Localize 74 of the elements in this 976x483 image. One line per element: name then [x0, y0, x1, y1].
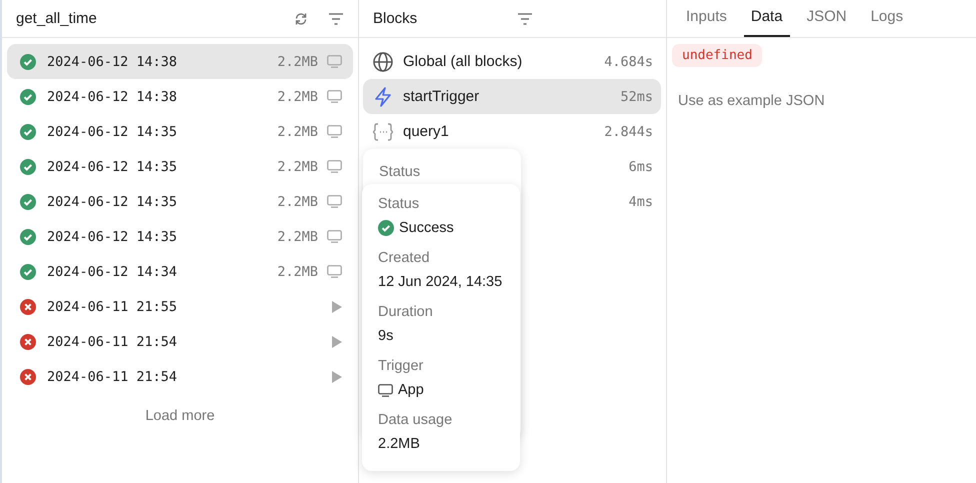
monitor-icon: [327, 125, 342, 138]
monitor-icon: [378, 384, 393, 396]
run-size: 2.2MB: [277, 194, 318, 210]
field-label: Duration: [378, 304, 434, 320]
value-badge: undefined: [672, 44, 762, 67]
play-icon[interactable]: [332, 300, 342, 312]
run-size: 2.2MB: [277, 228, 318, 244]
field-value: 9s: [378, 328, 394, 344]
field-value: 2.2MB: [378, 436, 420, 452]
run-item[interactable]: 2024-06-11 21:54: [7, 324, 353, 359]
run-size: 2.2MB: [277, 88, 318, 104]
success-icon: [378, 220, 394, 236]
monitor-icon: [327, 90, 342, 103]
refresh-icon[interactable]: [294, 12, 308, 26]
field-label: Created: [378, 250, 431, 266]
run-time: 2024-06-12 14:35: [47, 228, 178, 244]
run-time: 2024-06-12 14:38: [47, 88, 178, 104]
field-value: App: [398, 382, 424, 398]
monitor-icon: [327, 265, 342, 278]
lightning-icon: [373, 86, 393, 106]
field-label: Trigger: [378, 358, 424, 374]
monitor-icon: [327, 55, 342, 68]
filter-icon[interactable]: [328, 12, 344, 24]
run-item[interactable]: 2024-06-11 21:55: [7, 289, 353, 324]
tab[interactable]: Logs: [864, 8, 910, 37]
run-size: 2.2MB: [277, 54, 318, 70]
run-time: 2024-06-11 21:55: [47, 298, 178, 314]
field-value: Success: [399, 220, 454, 236]
run-item[interactable]: 2024-06-12 14:38 2.2MB: [7, 79, 353, 114]
block-name: startTrigger: [403, 88, 480, 105]
run-size: 2.2MB: [277, 264, 318, 280]
run-item[interactable]: 2024-06-12 14:34 2.2MB: [7, 254, 353, 289]
tab[interactable]: Inputs: [679, 8, 734, 37]
tab[interactable]: JSON: [800, 8, 854, 37]
run-item[interactable]: 2024-06-12 14:35 2.2MB: [7, 149, 353, 184]
panel-title: get_all_time: [16, 10, 98, 27]
block-duration: 4.684s: [604, 54, 653, 70]
braces-icon: [373, 122, 393, 140]
run-item[interactable]: 2024-06-12 14:38 2.2MB: [7, 44, 353, 79]
run-item[interactable]: 2024-06-12 14:35 2.2MB: [7, 184, 353, 219]
run-time: 2024-06-12 14:35: [47, 194, 178, 210]
block-item[interactable]: Global (all blocks) 4.684s: [363, 44, 661, 79]
run-item[interactable]: 2024-06-11 21:54: [7, 359, 353, 394]
monitor-icon: [327, 160, 342, 173]
globe-icon: [373, 52, 393, 72]
monitor-icon: [327, 195, 342, 208]
block-duration: 52ms: [620, 88, 653, 104]
monitor-icon: [327, 230, 342, 243]
play-icon[interactable]: [332, 370, 342, 382]
field-label: Data usage: [378, 412, 454, 428]
run-time: 2024-06-12 14:34: [47, 264, 178, 280]
run-time: 2024-06-11 21:54: [47, 368, 178, 384]
field-value: 12 Jun 2024, 14:35: [378, 274, 502, 290]
run-size: 2.2MB: [277, 124, 318, 140]
block-duration: 2.844s: [604, 124, 653, 140]
example-json-link[interactable]: Use as example JSON: [678, 93, 976, 109]
run-item[interactable]: 2024-06-12 14:35 2.2MB: [7, 114, 353, 149]
field-label: Status: [379, 164, 420, 180]
block-name: query1: [403, 123, 450, 140]
run-item[interactable]: 2024-06-12 14:35 2.2MB: [7, 219, 353, 254]
run-time: 2024-06-12 14:38: [47, 54, 178, 70]
block-item[interactable]: query1 2.844s: [363, 114, 661, 149]
block-item[interactable]: startTrigger 52ms: [363, 79, 661, 114]
field-label: Status: [378, 196, 420, 212]
run-time: 2024-06-11 21:54: [47, 334, 178, 350]
run-size: 2.2MB: [277, 158, 318, 174]
filter-icon[interactable]: [517, 12, 533, 24]
tab[interactable]: Data: [744, 8, 790, 37]
block-name: Global (all blocks): [403, 53, 524, 70]
play-icon[interactable]: [332, 336, 342, 348]
load-more-button[interactable]: Load more: [141, 406, 219, 426]
run-time: 2024-06-12 14:35: [47, 124, 178, 140]
panel-title: Blocks: [373, 10, 418, 27]
run-time: 2024-06-12 14:35: [47, 158, 178, 174]
